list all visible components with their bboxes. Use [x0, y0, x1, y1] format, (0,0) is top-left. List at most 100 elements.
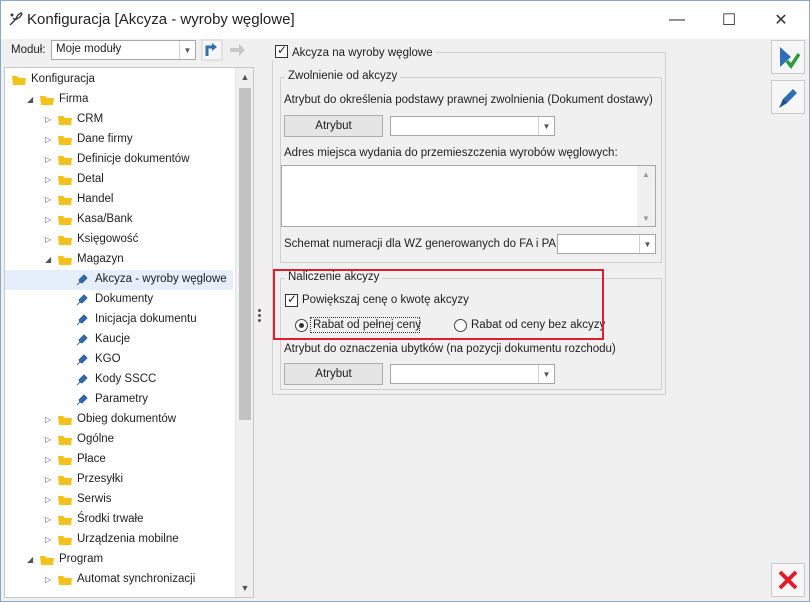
expand-icon[interactable]: ▷ [45, 435, 53, 445]
folder-icon [58, 236, 72, 245]
expand-icon[interactable]: ▷ [45, 415, 53, 425]
expand-icon[interactable]: ▷ [45, 235, 53, 245]
folder-icon [58, 476, 72, 485]
save-button[interactable] [771, 40, 805, 74]
tree-item[interactable]: ◢ Magazyn [5, 250, 233, 270]
tree-item[interactable]: ◢ Program [5, 550, 233, 570]
tree-item[interactable]: ▷ Płace [5, 450, 233, 470]
tree-item[interactable]: ▷ Handel [5, 190, 233, 210]
tree-item[interactable]: ▷ Księgowość [5, 230, 233, 250]
expand-icon[interactable]: ▷ [45, 535, 53, 545]
tree-item[interactable]: ▷ Automat synchronizacji [5, 570, 233, 590]
exemption-attr-label: Atrybut do określenia podstawy prawnej z… [284, 94, 653, 106]
tree-item[interactable]: ▷ Przesyłki [5, 470, 233, 490]
tree-item-label: Obieg dokumentów [77, 413, 177, 425]
tree-item-label: Dane firmy [77, 133, 133, 145]
tree-item-label: CRM [77, 113, 104, 125]
tree-item[interactable]: ▷ Środki trwałe [5, 510, 233, 530]
module-value: Moje moduły [56, 43, 122, 55]
app-icon [9, 12, 23, 26]
scroll-up-icon[interactable]: ▲ [637, 166, 655, 182]
config-tree[interactable]: ▷ Automat synchronizacji ◢ Program ▷ Urządzen… [4, 67, 254, 598]
folder-icon [58, 196, 72, 205]
expand-icon[interactable]: ▷ [45, 475, 53, 485]
tree-item[interactable]: ▷ Serwis [5, 490, 233, 510]
maximize-button[interactable]: ☐ [707, 7, 751, 33]
tree-item[interactable]: ▷ Urządzenia mobilne [5, 530, 233, 550]
expand-icon[interactable]: ▷ [45, 195, 53, 205]
tree-item-label: Kasa/Bank [77, 213, 133, 225]
tree-item[interactable]: ▷ Definicje dokumentów [5, 150, 233, 170]
tree-scrollbar[interactable]: ▲ ▼ [235, 68, 253, 597]
collapse-icon[interactable]: ◢ [45, 255, 53, 265]
tree-item[interactable]: Kody SSCC [5, 370, 233, 390]
folder-icon [58, 496, 72, 505]
expand-icon[interactable]: ▷ [45, 455, 53, 465]
address-scrollbar[interactable]: ▲ ▼ [637, 166, 655, 226]
expand-icon[interactable]: ▷ [45, 135, 53, 145]
tree-item[interactable]: Kaucje [5, 330, 233, 350]
close-button[interactable]: ✕ [759, 7, 803, 33]
tree-item-label: Dokumenty [95, 293, 154, 305]
akcyza-checkbox[interactable]: ✓ [275, 43, 288, 58]
tree-item[interactable]: ▷ Obieg dokumentów [5, 410, 233, 430]
tree-item[interactable]: Dokumenty [5, 290, 233, 310]
chevron-down-icon[interactable]: ▼ [538, 117, 554, 135]
forward-arrow-icon [230, 44, 245, 56]
scrollbar-thumb[interactable] [239, 88, 251, 420]
collapse-icon[interactable]: ◢ [27, 95, 35, 105]
numbering-select[interactable]: ▼ [557, 234, 656, 254]
tree-item[interactable]: ◢ Firma [5, 90, 233, 110]
tree-item-label: Akcyza - wyroby węglowe [95, 273, 227, 285]
scroll-up-icon[interactable]: ▲ [236, 68, 253, 86]
exemption-attr-button[interactable]: Atrybut [284, 115, 383, 137]
undo-arrow-icon[interactable] [201, 39, 223, 61]
loss-attr-select[interactable]: ▼ [390, 364, 555, 384]
check-icon: ✓ [277, 43, 288, 57]
tree-item-label: Firma [59, 93, 89, 105]
tree-item[interactable]: ▷ Dane firmy [5, 130, 233, 150]
config-window: Konfiguracja [Akcyza - wyroby węglowe] —… [0, 0, 810, 602]
tree-item[interactable]: KGO [5, 350, 233, 370]
cancel-button[interactable] [771, 563, 805, 597]
tree-item[interactable]: ▷ CRM [5, 110, 233, 130]
folder-icon [58, 156, 72, 165]
tree-item-label: Konfiguracja [31, 73, 95, 85]
tree-item[interactable]: ▷ Kasa/Bank [5, 210, 233, 230]
minimize-button[interactable]: — [655, 7, 699, 33]
pane-splitter[interactable] [258, 309, 262, 327]
edit-button[interactable] [771, 80, 805, 114]
module-select[interactable]: Moje moduły ▼ [51, 40, 196, 60]
expand-icon[interactable]: ▷ [45, 515, 53, 525]
expand-icon[interactable]: ▷ [45, 575, 53, 585]
address-textarea[interactable]: ▲ ▼ [281, 165, 656, 227]
expand-icon[interactable]: ▷ [45, 155, 53, 165]
title-bar: Konfiguracja [Akcyza - wyroby węglowe] —… [1, 1, 809, 39]
tree-item[interactable]: ▷ Detal [5, 170, 233, 190]
chevron-down-icon[interactable]: ▼ [639, 235, 655, 253]
expand-icon[interactable]: ▷ [45, 215, 53, 225]
tree-item[interactable]: Akcyza - wyroby węglowe [5, 270, 233, 290]
scroll-down-icon[interactable]: ▼ [637, 210, 655, 226]
tree-item-label: Handel [77, 193, 114, 205]
expand-icon[interactable]: ▷ [45, 115, 53, 125]
loss-attr-button[interactable]: Atrybut [284, 363, 383, 385]
tree-item[interactable]: Inicjacja dokumentu [5, 310, 233, 330]
collapse-icon[interactable]: ◢ [27, 555, 35, 565]
scroll-down-icon[interactable]: ▼ [236, 579, 253, 597]
tree-item[interactable]: ▷ Ogólne [5, 430, 233, 450]
exemption-attr-select[interactable]: ▼ [390, 116, 555, 136]
tree-item-label: Płace [77, 453, 106, 465]
tree-item[interactable]: Parametry [5, 390, 233, 410]
folder-icon [40, 96, 54, 105]
akcyza-legend: ✓ Akcyza na wyroby węglowe [272, 43, 436, 60]
loss-attr-label: Atrybut do oznaczenia ubytków (na pozycj… [284, 343, 616, 355]
folder-icon [58, 436, 72, 445]
expand-icon[interactable]: ▷ [45, 175, 53, 185]
chevron-down-icon[interactable]: ▼ [179, 41, 195, 59]
tree-item-label: Kaucje [95, 333, 131, 345]
folder-icon [58, 256, 72, 265]
expand-icon[interactable]: ▷ [45, 495, 53, 505]
tree-item[interactable]: Konfiguracja [5, 70, 233, 90]
chevron-down-icon[interactable]: ▼ [538, 365, 554, 383]
